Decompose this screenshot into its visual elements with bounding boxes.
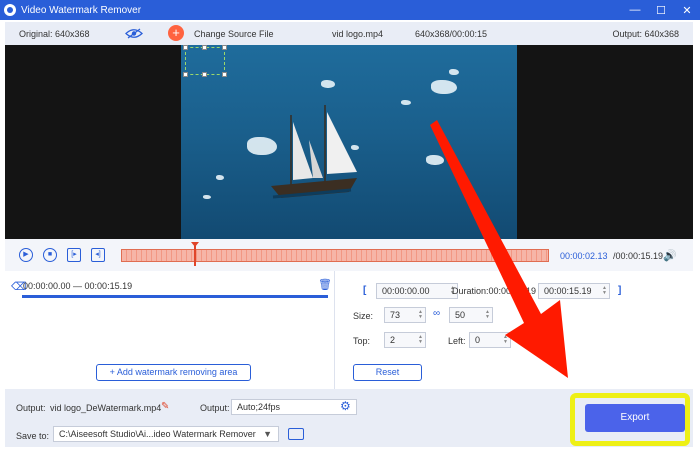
output-format-label: Output: [200, 403, 230, 413]
set-end-button[interactable]: ] [618, 285, 621, 296]
video-frame [181, 45, 517, 239]
maximize-button[interactable]: ☐ [648, 4, 674, 17]
spinner-icon[interactable]: ▲ ▼ [602, 286, 607, 296]
output-format-value: Auto;24fps [237, 402, 281, 412]
link-ratio-icon[interactable]: ∞ [433, 308, 440, 319]
playback-controls: ▶ ■ [▸ ◂] 00:00:02.13 /00:00:15.19 🔊 [5, 239, 693, 271]
sailboat [271, 105, 357, 199]
iceberg [449, 69, 459, 75]
volume-icon[interactable]: 🔊 [663, 249, 677, 262]
edit-pencil-icon[interactable]: ✎ [161, 401, 169, 412]
area-settings-panel: [ 00:00:00.00 ▲ ▼ Duration:00:00:15.19 00:… [336, 271, 693, 389]
chevron-down-icon: ▼ [263, 429, 272, 439]
segment-range: 00:00:00.00 — 00:00:15.19 [23, 281, 133, 291]
trash-icon[interactable]: 🗑 [318, 278, 332, 291]
left-field[interactable]: 0 ▲ ▼ [469, 332, 511, 348]
next-frame-icon[interactable]: ◂] [91, 248, 105, 262]
iceberg [203, 195, 211, 199]
add-source-icon[interactable]: + [168, 25, 184, 41]
start-time-field[interactable]: 00:00:00.00 ▲ ▼ [376, 283, 458, 299]
iceberg [401, 100, 411, 105]
set-start-button[interactable]: [ [363, 285, 366, 296]
gear-icon[interactable]: ⚙ [340, 399, 351, 413]
eraser-icon: ⌫ [11, 281, 27, 293]
spinner-icon[interactable]: ▲ ▼ [503, 335, 508, 345]
minimize-button[interactable]: — [622, 4, 648, 16]
total-time: /00:00:15.19 [613, 251, 664, 261]
height-value: 50 [455, 310, 466, 320]
iceberg [321, 80, 335, 88]
output-resolution: Output: 640x368 [612, 28, 679, 39]
resize-handle[interactable] [222, 45, 227, 50]
top-label: Top: [353, 336, 371, 346]
eye-icon[interactable] [125, 28, 143, 39]
left-value: 0 [475, 335, 481, 345]
stop-icon[interactable]: ■ [43, 248, 57, 262]
spinner-icon[interactable]: ▲ ▼ [418, 335, 423, 345]
original-resolution: Original: 640x368 [19, 28, 90, 39]
resize-handle[interactable] [183, 72, 188, 77]
height-field[interactable]: 50 ▲ ▼ [449, 307, 493, 323]
prev-frame-icon[interactable]: [▸ [67, 248, 81, 262]
add-area-button[interactable]: + Add watermark removing area [96, 364, 251, 381]
add-area-label: Add watermark removing area [116, 367, 238, 377]
top-value: 2 [390, 335, 396, 345]
segment-panel: ⌫ 00:00:00.00 — 00:00:15.19 🗑 + Add wate… [5, 271, 335, 389]
start-time-value: 00:00:00.00 [382, 286, 430, 296]
folder-icon[interactable] [288, 428, 304, 440]
iceberg [426, 155, 444, 165]
removal-area-selection[interactable] [183, 45, 227, 77]
resize-handle[interactable] [222, 72, 227, 77]
play-icon[interactable]: ▶ [19, 248, 33, 262]
timeline-track[interactable] [121, 249, 549, 262]
width-field[interactable]: 73 ▲ ▼ [384, 307, 426, 323]
reset-button[interactable]: Reset [353, 364, 422, 381]
segment-bar [22, 295, 328, 298]
video-preview-stage [5, 45, 693, 239]
spinner-icon[interactable]: ▲ ▼ [418, 310, 423, 320]
output-file-name: vid logo_DeWatermark.mp4 [50, 403, 162, 413]
window-title: Video Watermark Remover [21, 4, 142, 16]
file-name: vid logo.mp4 [332, 28, 384, 39]
segment-item[interactable]: ⌫ 00:00:00.00 — 00:00:15.19 🗑 [5, 275, 335, 298]
close-button[interactable]: ✕ [674, 4, 700, 17]
output-format-select[interactable]: Auto;24fps [231, 399, 357, 415]
end-time-value: 00:00:15.19 [544, 286, 592, 296]
resize-handle[interactable] [202, 72, 207, 77]
title-bar: Video Watermark Remover — ☐ ✕ [0, 0, 700, 20]
source-toolbar: Original: 640x368 + Change Source File v… [5, 22, 693, 45]
iceberg [216, 175, 224, 180]
file-meta: 640x368/00:00:15 [415, 28, 488, 39]
end-time-field[interactable]: 00:00:15.19 ▲ ▼ [538, 283, 610, 299]
output-label: Output: [16, 403, 46, 413]
current-time: 00:00:02.13 [560, 251, 608, 261]
duration-label: Duration:00:00:15.19 [452, 286, 537, 296]
save-path-select[interactable]: C:\Aiseesoft Studio\Ai...ideo Watermark … [53, 426, 279, 442]
save-to-label: Save to: [16, 431, 50, 441]
save-path-value: C:\Aiseesoft Studio\Ai...ideo Watermark … [59, 429, 256, 439]
size-label: Size: [353, 311, 374, 321]
left-label: Left: [448, 336, 466, 346]
app-logo-icon [4, 4, 16, 16]
export-button[interactable]: Export [585, 404, 685, 432]
resize-handle[interactable] [202, 45, 207, 50]
spinner-icon[interactable]: ▲ ▼ [485, 310, 490, 320]
change-source-button[interactable]: Change Source File [194, 29, 274, 39]
top-field[interactable]: 2 ▲ ▼ [384, 332, 426, 348]
resize-handle[interactable] [183, 45, 188, 50]
width-value: 73 [390, 310, 401, 320]
iceberg [431, 80, 457, 94]
playhead[interactable] [190, 242, 199, 266]
